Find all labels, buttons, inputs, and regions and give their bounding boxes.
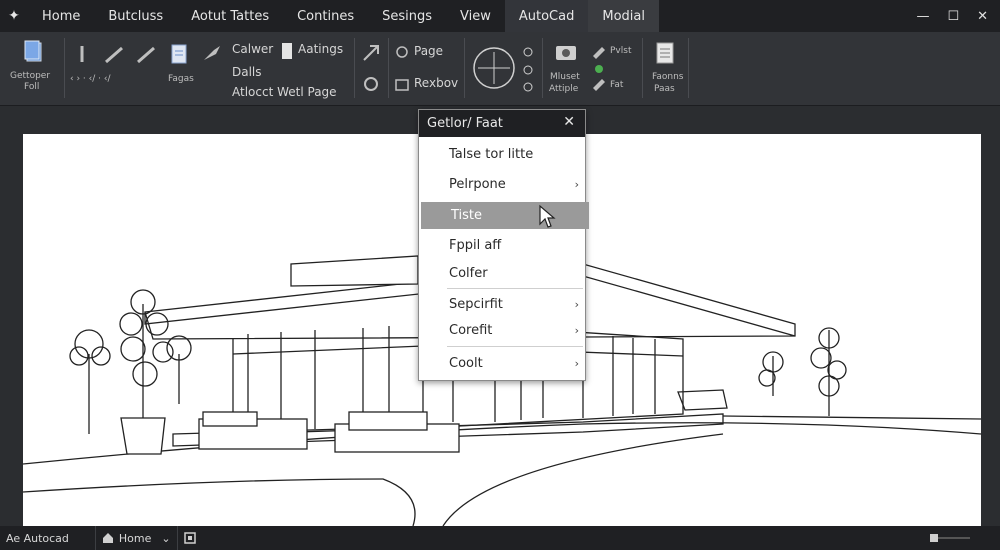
- ribbon-item[interactable]: Dalls: [232, 65, 262, 79]
- ribbon-separator: [688, 38, 689, 98]
- page-tools-icon: [395, 46, 409, 91]
- clipboard-icon: [656, 42, 674, 64]
- status-layout[interactable]: Home ⌄: [94, 526, 177, 550]
- tab-home[interactable]: Home: [28, 0, 94, 32]
- menu-item[interactable]: Corefit ›: [419, 317, 587, 344]
- ribbon-small-arrows: ‹ › · ‹/ · ‹/: [70, 74, 111, 84]
- mouse-cursor-icon: [539, 204, 556, 228]
- ribbon-group-draw: ‹ › · ‹/ · ‹/ Fagas: [68, 36, 194, 102]
- ribbon-group-arrows: [356, 36, 386, 102]
- ribbon-label: Faonns: [652, 72, 684, 82]
- menu-divider: [447, 288, 583, 289]
- minimize-button[interactable]: —: [916, 9, 929, 24]
- ribbon-item-page[interactable]: Page: [414, 44, 443, 58]
- page-icon: [282, 43, 292, 59]
- ribbon-separator: [354, 38, 355, 98]
- status-app-label: Ae Autocad: [6, 531, 69, 545]
- menu-item[interactable]: Sepcirfit ›: [419, 291, 587, 318]
- ribbon-group-paint: Pvlst Fat: [588, 36, 640, 102]
- close-button[interactable]: ✕: [977, 9, 988, 24]
- tab-sesings[interactable]: Sesings: [368, 0, 446, 32]
- ribbon-label: Gettoper: [10, 71, 51, 81]
- ribbon-item-review[interactable]: Rexbov: [414, 76, 458, 90]
- maximize-button[interactable]: ☐: [947, 9, 959, 24]
- ribbon-group-text: Calwer Aatings Dalls Atlocct Wetl Page: [198, 36, 354, 102]
- menu-item-label: Fppil aff: [449, 238, 502, 253]
- ribbon-label: Paas: [654, 84, 675, 94]
- status-layout-label: Home: [118, 531, 152, 545]
- tab-butcluss[interactable]: Butcluss: [94, 0, 177, 32]
- ribbon-separator: [388, 38, 389, 98]
- context-panel: Getlor/ Faat ✕ Talse tor litte Pelrpone …: [418, 109, 589, 381]
- ribbon-group-page: Page Rexbov: [392, 36, 462, 102]
- app-menu-icon[interactable]: ✦: [0, 0, 28, 32]
- menu-item[interactable]: Talse tor litte: [419, 141, 587, 168]
- chevron-right-icon: ›: [574, 298, 579, 311]
- ribbon-item[interactable]: Pvlst: [610, 46, 631, 56]
- home-icon: [102, 533, 113, 543]
- navigation-wheel-icon[interactable]: [470, 42, 538, 102]
- menu-item-label: Corefit: [449, 323, 493, 338]
- panel-header: Getlor/ Faat ✕: [419, 110, 585, 137]
- chevron-right-icon: ›: [574, 324, 579, 337]
- ribbon-separator: [542, 38, 543, 98]
- tab-contines[interactable]: Contines: [283, 0, 368, 32]
- ribbon-label: Fagas: [168, 74, 194, 84]
- ribbon-group-get[interactable]: Gettoper Foll: [8, 36, 60, 102]
- ribbon-separator: [64, 38, 65, 98]
- ribbon-group-multiple[interactable]: Mluset Attiple: [546, 36, 586, 102]
- brush-icon[interactable]: [200, 42, 228, 64]
- tab-modial[interactable]: Modial: [588, 0, 659, 32]
- paint-tools-icon[interactable]: [590, 42, 608, 94]
- ribbon-item[interactable]: Calwer: [232, 42, 273, 56]
- ribbon-label: Attiple: [549, 84, 579, 94]
- close-icon[interactable]: ✕: [563, 114, 575, 130]
- menu-item-selected[interactable]: Tiste: [421, 202, 589, 229]
- ribbon-group-frames[interactable]: Faonns Paas: [646, 36, 686, 102]
- ribbon: Gettoper Foll ‹ › · ‹/ · ‹/ Fagas Calwer…: [0, 32, 1000, 106]
- menu-item-label: Pelrpone: [449, 177, 506, 192]
- chevron-down-icon: ⌄: [161, 531, 171, 545]
- status-toggle[interactable]: [176, 526, 202, 550]
- chevron-right-icon: ›: [574, 178, 579, 191]
- menu-item-label: Talse tor litte: [449, 147, 534, 162]
- ribbon-item[interactable]: Atlocct Wetl Page: [232, 85, 337, 99]
- ribbon-item[interactable]: Aatings: [298, 42, 343, 56]
- menu-item-label: Colfer: [449, 266, 488, 281]
- status-bar: Ae Autocad Home ⌄: [0, 526, 1000, 550]
- ribbon-group-navigate: [468, 36, 540, 102]
- tab-aotut-tattes[interactable]: Aotut Tattes: [177, 0, 283, 32]
- ribbon-label: Mluset: [550, 72, 580, 82]
- menu-item-label: Tiste: [451, 208, 483, 223]
- menu-item[interactable]: Pelrpone ›: [419, 171, 587, 198]
- arrow-tools-icon[interactable]: [360, 42, 382, 98]
- menu-item-label: Sepcirfit: [449, 297, 503, 312]
- menu-item-label: Coolt: [449, 356, 483, 371]
- tab-bar: ✦ Home Butcluss Aotut Tattes Contines Se…: [0, 0, 1000, 32]
- menu-item[interactable]: Colfer: [419, 260, 587, 287]
- status-app[interactable]: Ae Autocad: [0, 526, 75, 550]
- tab-autocad[interactable]: AutoCad: [504, 0, 589, 32]
- ribbon-item[interactable]: Fat: [610, 80, 623, 90]
- camera-icon: [556, 46, 576, 60]
- menu-item[interactable]: Coolt ›: [419, 350, 587, 377]
- zoom-slider[interactable]: [930, 534, 970, 542]
- panel-title: Getlor/ Faat: [427, 116, 503, 131]
- tab-view[interactable]: View: [446, 0, 505, 32]
- menu-item[interactable]: Fppil aff: [419, 232, 587, 259]
- ribbon-separator: [464, 38, 465, 98]
- menu-divider: [447, 346, 583, 347]
- document-icon: [24, 40, 42, 62]
- ribbon-separator: [642, 38, 643, 98]
- chevron-right-icon: ›: [574, 357, 579, 370]
- line-tools-icon[interactable]: [72, 42, 192, 66]
- grid-icon: [183, 532, 196, 544]
- ribbon-label: Foll: [24, 82, 40, 92]
- window-controls: — ☐ ✕: [916, 0, 994, 32]
